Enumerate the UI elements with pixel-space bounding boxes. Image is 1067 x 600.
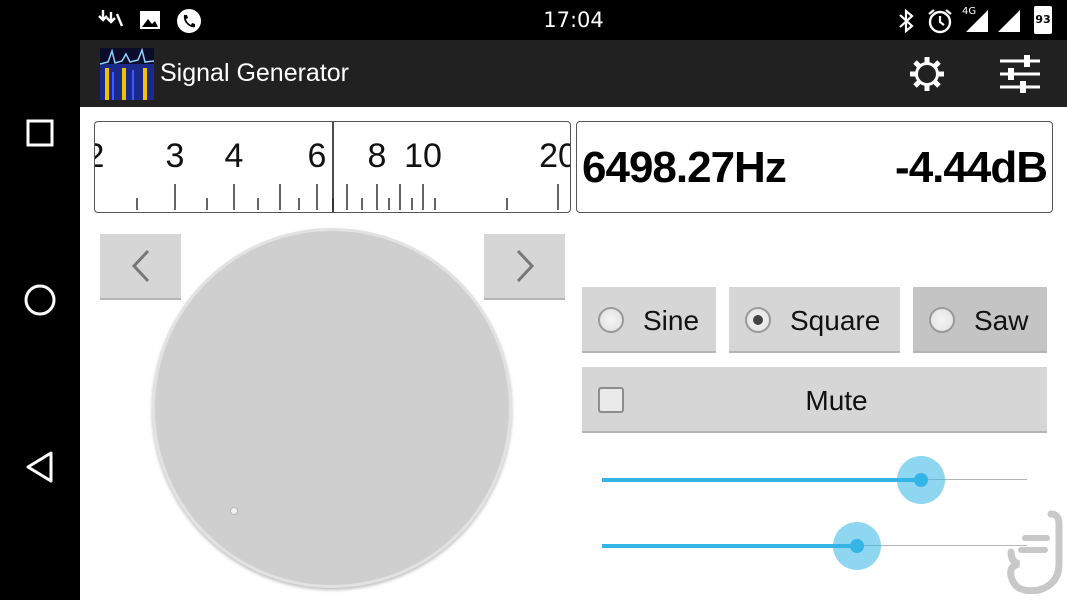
mute-button[interactable]: Mute	[582, 367, 1047, 433]
saw-button[interactable]: Saw	[913, 287, 1047, 353]
battery-level: 93	[1035, 13, 1051, 26]
app-icon	[100, 48, 154, 100]
equalizer-button[interactable]	[998, 52, 1042, 96]
home-button[interactable]	[0, 260, 80, 340]
status-time: 17:04	[543, 8, 604, 32]
saw-label: Saw	[974, 305, 1029, 336]
chevron-left-icon	[131, 249, 149, 283]
scale-label: 4	[225, 137, 244, 175]
scale-label: 3	[166, 137, 185, 175]
content-area: 234681020 6498.27Hz -4.44dB Sine Square …	[80, 107, 1067, 600]
recents-button[interactable]	[0, 93, 80, 173]
equalizer-sliders-icon	[1000, 55, 1040, 93]
level-slider[interactable]	[602, 522, 1027, 570]
frequency-readout: 6498.27Hz	[582, 143, 787, 192]
mute-label: Mute	[805, 385, 868, 416]
sine-button[interactable]: Sine	[582, 287, 716, 353]
alarm-icon	[928, 9, 952, 34]
action-bar: Signal Generator	[80, 40, 1067, 107]
bluetooth-icon	[899, 8, 914, 34]
sine-radio	[598, 307, 624, 333]
chevron-right-icon	[516, 249, 534, 283]
scale-label: 10	[404, 137, 442, 175]
signal-icon	[966, 10, 988, 32]
settings-button[interactable]	[905, 52, 949, 96]
scale-label: 20	[539, 137, 571, 175]
home-icon	[24, 284, 56, 316]
square-button[interactable]: Square	[729, 287, 900, 353]
app-title: Signal Generator	[160, 59, 350, 87]
settings-gear-icon	[910, 57, 944, 91]
frequency-knob[interactable]	[152, 228, 512, 588]
frequency-fine-slider[interactable]	[602, 456, 1027, 504]
watermark-logo-icon	[1007, 510, 1063, 594]
frequency-scale-ruler: 2 3 4 6 8 10 20	[95, 122, 571, 212]
square-radio	[745, 307, 771, 333]
scale-label: 8	[368, 137, 387, 175]
back-button[interactable]	[0, 427, 80, 507]
battery-icon: 93	[1034, 6, 1052, 34]
square-label: Square	[790, 305, 881, 336]
readout-display: 6498.27Hz -4.44dB	[576, 121, 1053, 213]
sine-label: Sine	[643, 305, 700, 336]
saw-radio	[929, 307, 955, 333]
status-bar: 17:04 4G 93	[80, 0, 1067, 40]
previous-button[interactable]	[100, 234, 181, 300]
knob-indicator	[230, 507, 238, 515]
level-readout: -4.44dB	[895, 143, 1048, 192]
next-button[interactable]	[484, 234, 565, 300]
scale-label: 2	[95, 137, 104, 175]
recents-icon	[26, 119, 54, 147]
navigation-bar	[0, 0, 80, 600]
back-icon	[26, 451, 53, 483]
wifi-icon	[998, 10, 1020, 32]
frequency-scale[interactable]: 2 3 4 6 8 10 20	[94, 121, 571, 213]
scale-label: 6	[308, 137, 327, 175]
